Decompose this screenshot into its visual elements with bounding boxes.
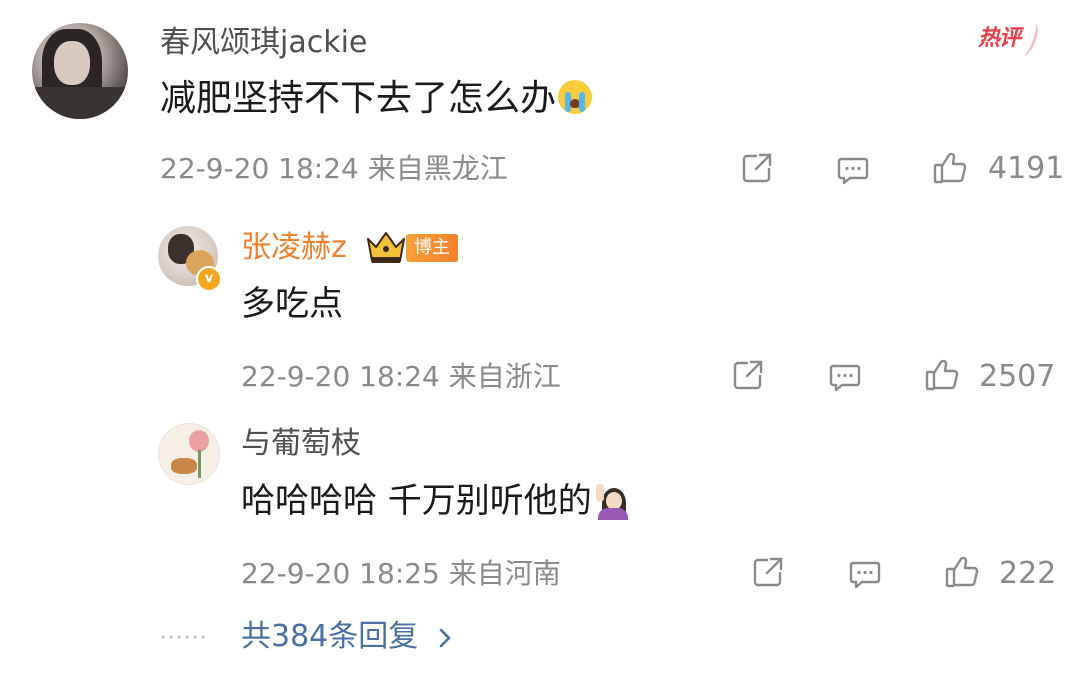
chevron-right-icon[interactable]: [436, 626, 454, 650]
blogger-badge: 博主: [406, 234, 458, 262]
reply-username[interactable]: 与葡萄枝: [241, 425, 361, 463]
reply-avatar[interactable]: [158, 423, 220, 485]
thread-dots: ······: [160, 626, 208, 651]
comment-text-content: 减肥坚持不下去了怎么办: [160, 78, 557, 119]
crying-face-emoji-icon: [558, 80, 593, 114]
comment-icon[interactable]: [835, 152, 871, 188]
comment-icon[interactable]: [827, 359, 863, 395]
share-icon[interactable]: [750, 554, 786, 590]
reply-text-content: 哈哈哈哈 千万别听他的: [241, 481, 592, 521]
comment-icon[interactable]: [847, 556, 883, 592]
share-icon[interactable]: [739, 150, 775, 186]
like-count: 4191: [988, 151, 1065, 186]
reply-meta: 22-9-20 18:25 来自河南: [241, 557, 561, 590]
reply-text: 多吃点: [241, 284, 343, 324]
like-icon[interactable]: [944, 554, 980, 590]
reply-meta: 22-9-20 18:24 来自浙江: [241, 360, 561, 393]
avatar[interactable]: [32, 23, 128, 119]
like-icon[interactable]: [924, 357, 960, 393]
share-icon[interactable]: [730, 357, 766, 393]
comment-text: 减肥坚持不下去了怎么办: [160, 76, 593, 122]
reply-text: 哈哈哈哈 千万别听他的: [241, 479, 630, 523]
reply-username[interactable]: 张凌赫z: [241, 229, 347, 267]
more-replies-link[interactable]: 共384条回复: [241, 618, 418, 656]
like-count: 222: [999, 556, 1057, 591]
like-count: 2507: [979, 359, 1056, 394]
comment-thread: 春风颂琪jackie 热评 减肥坚持不下去了怎么办 22-9-20 18:24 …: [0, 0, 1080, 683]
comment-meta: 22-9-20 18:24 来自黑龙江: [160, 152, 508, 185]
like-icon[interactable]: [932, 150, 968, 186]
woman-raising-hand-emoji-icon: [594, 482, 630, 520]
comment-username[interactable]: 春风颂琪jackie: [160, 24, 367, 62]
verified-badge-icon: v: [196, 266, 222, 292]
crown-icon: [364, 227, 408, 267]
hot-comment-badge: 热评: [978, 22, 1021, 56]
